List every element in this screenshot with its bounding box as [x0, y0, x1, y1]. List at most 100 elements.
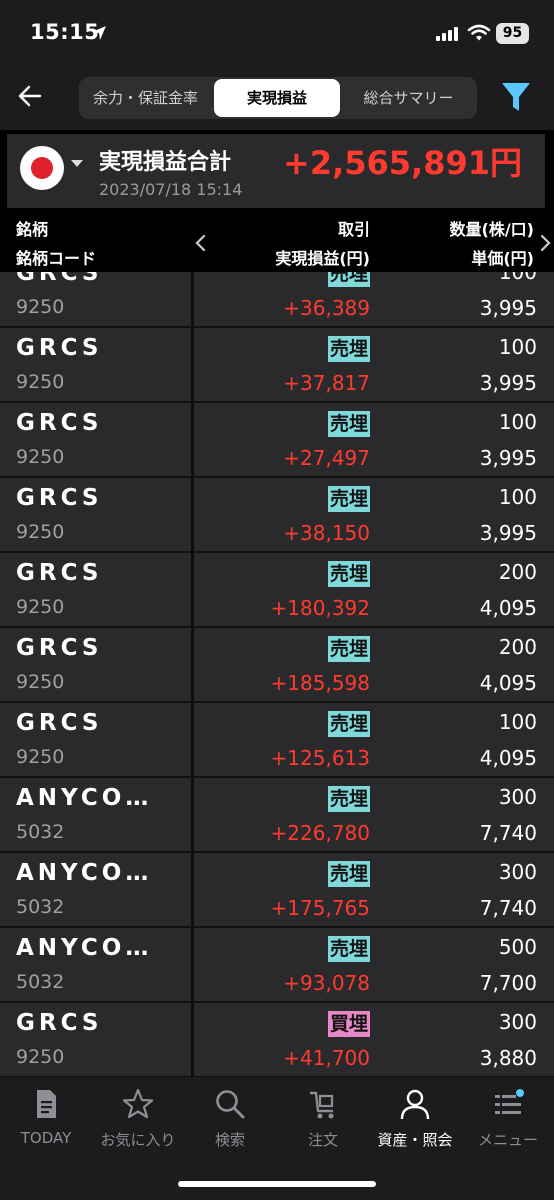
unit-price: 7,700 [479, 971, 537, 995]
chevron-right-icon[interactable] [538, 234, 552, 252]
row-right-cell: 買埋 +41,700 300 3,880 [194, 1003, 554, 1076]
table-row[interactable]: GRCS 9250 売埋 +180,392 200 4,095 [0, 553, 554, 628]
quantity: 100 [498, 335, 537, 359]
tab-assets[interactable]: 資産・照会 [369, 1087, 461, 1157]
trade-type-badge: 売埋 [327, 861, 370, 887]
stock-name: ANYCO… [16, 935, 153, 961]
realized-pl: +93,078 [283, 971, 370, 995]
signal-icon [436, 27, 458, 41]
table-row[interactable]: GRCS 9250 買埋 +41,700 300 3,880 [0, 1003, 554, 1077]
summary-panel: 実現損益合計 2023/07/18 15:14 +2,565,891円 [0, 130, 554, 210]
realized-pl: +41,700 [283, 1046, 370, 1070]
cart-icon [310, 1091, 334, 1119]
stock-name: GRCS [16, 1010, 103, 1036]
stock-code: 9250 [16, 296, 65, 318]
summary-amount: +2,565,891円 [283, 144, 522, 182]
header-qty: 数量(株/口) [449, 220, 534, 239]
table-row[interactable]: GRCS 9250 売埋 +37,817 100 3,995 [0, 328, 554, 403]
wifi-icon [467, 24, 491, 41]
tab-order[interactable]: 注文 [277, 1087, 369, 1157]
stock-name: GRCS [16, 485, 103, 511]
row-right-cell: 売埋 +36,389 100 3,995 [194, 272, 554, 326]
table-row[interactable]: ANYCO… 5032 売埋 +93,078 500 7,700 [0, 928, 554, 1003]
summary-date: 2023/07/18 15:14 [99, 180, 243, 199]
row-right-cell: 売埋 +185,598 200 4,095 [194, 628, 554, 701]
person-icon [400, 1089, 430, 1120]
unit-price: 3,880 [479, 1046, 537, 1070]
realized-pl: +37,817 [283, 371, 370, 395]
unit-price: 4,095 [479, 746, 537, 770]
header-price: 単価(円) [471, 249, 534, 268]
filter-icon[interactable] [500, 80, 532, 114]
table-row[interactable]: GRCS 9250 売埋 +36,389 100 3,995 [0, 272, 554, 328]
quantity: 100 [498, 710, 537, 734]
row-left-cell: ANYCO… 5032 [0, 928, 191, 1001]
row-left-cell: GRCS 9250 [0, 703, 191, 776]
table-row[interactable]: ANYCO… 5032 売埋 +226,780 300 7,740 [0, 778, 554, 853]
tab-menu[interactable]: メニュー [462, 1087, 554, 1157]
tab-favorites-label: お気に入り [100, 1131, 176, 1149]
tab-search-label: 検索 [214, 1131, 245, 1149]
summary-box[interactable]: 実現損益合計 2023/07/18 15:14 +2,565,891円 [7, 134, 545, 208]
stock-code: 5032 [16, 821, 65, 843]
tab-favorites[interactable]: お気に入り [92, 1087, 184, 1157]
realized-pl: +38,150 [283, 521, 370, 545]
quantity: 100 [498, 272, 537, 284]
stock-code: 9250 [16, 371, 65, 393]
trade-type-badge: 売埋 [327, 272, 370, 287]
japan-flag-icon[interactable] [20, 146, 64, 190]
today-doc-icon [37, 1090, 56, 1118]
summary-title: 実現損益合計 [99, 150, 232, 175]
row-left-cell: GRCS 9250 [0, 1003, 191, 1076]
chevron-down-icon[interactable] [71, 160, 83, 168]
home-indicator [178, 1181, 376, 1187]
stock-code: 9250 [16, 746, 65, 768]
battery-indicator: 95 [496, 23, 529, 44]
realized-pl: +185,598 [270, 671, 370, 695]
quantity: 200 [498, 635, 537, 659]
tab-menu-label: メニュー [477, 1131, 538, 1149]
tab-search[interactable]: 検索 [184, 1087, 276, 1157]
trade-type-badge: 売埋 [327, 411, 370, 437]
table-row[interactable]: GRCS 9250 売埋 +27,497 100 3,995 [0, 403, 554, 478]
row-left-cell: GRCS 9250 [0, 328, 191, 401]
trade-list[interactable]: GRCS 9250 売埋 +36,389 100 3,995 GRCS 9250 売埋 +37,8… [0, 272, 554, 1077]
row-right-cell: 売埋 +37,817 100 3,995 [194, 328, 554, 401]
trade-type-badge: 売埋 [327, 711, 370, 737]
stock-name: GRCS [16, 410, 103, 436]
tab-order-label: 注文 [307, 1131, 338, 1149]
row-right-cell: 売埋 +226,780 300 7,740 [194, 778, 554, 851]
trade-list-inner: GRCS 9250 売埋 +36,389 100 3,995 GRCS 9250 売埋 +37,8… [0, 272, 554, 1077]
row-right-cell: 売埋 +38,150 100 3,995 [194, 478, 554, 551]
tab-realized-pl[interactable]: 実現損益 [214, 79, 340, 117]
tab-summary[interactable]: 総合サマリー [342, 79, 475, 117]
table-row[interactable]: GRCS 9250 売埋 +185,598 200 4,095 [0, 628, 554, 703]
tab-today[interactable]: TODAY [0, 1087, 92, 1157]
back-arrow-icon[interactable] [14, 80, 46, 112]
chevron-left-icon[interactable] [194, 234, 208, 252]
row-left-cell: ANYCO… 5032 [0, 778, 191, 851]
nav-bar: 余力・保証金率 実現損益 総合サマリー [0, 66, 554, 130]
tab-today-label: TODAY [20, 1129, 72, 1147]
stock-name: GRCS [16, 560, 103, 586]
stock-name: ANYCO… [16, 860, 153, 886]
table-row[interactable]: GRCS 9250 売埋 +38,150 100 3,995 [0, 478, 554, 553]
header-pl: 実現損益(円) [275, 249, 370, 268]
realized-pl: +180,392 [270, 596, 370, 620]
realized-pl: +175,765 [270, 896, 370, 920]
header-name: 銘柄 [16, 220, 49, 239]
quantity: 300 [498, 1010, 537, 1034]
realized-pl: +125,613 [270, 746, 370, 770]
quantity: 300 [498, 860, 537, 884]
realized-pl: +27,497 [283, 446, 370, 470]
unit-price: 4,095 [479, 596, 537, 620]
row-right-cell: 売埋 +93,078 500 7,700 [194, 928, 554, 1001]
unit-price: 4,095 [479, 671, 537, 695]
stock-code: 9250 [16, 446, 65, 468]
tab-margin[interactable]: 余力・保証金率 [79, 79, 212, 117]
tab-assets-label: 資産・照会 [377, 1131, 453, 1149]
table-row[interactable]: GRCS 9250 売埋 +125,613 100 4,095 [0, 703, 554, 778]
stock-code: 9250 [16, 1046, 65, 1068]
table-row[interactable]: ANYCO… 5032 売埋 +175,765 300 7,740 [0, 853, 554, 928]
unit-price: 3,995 [479, 446, 537, 470]
